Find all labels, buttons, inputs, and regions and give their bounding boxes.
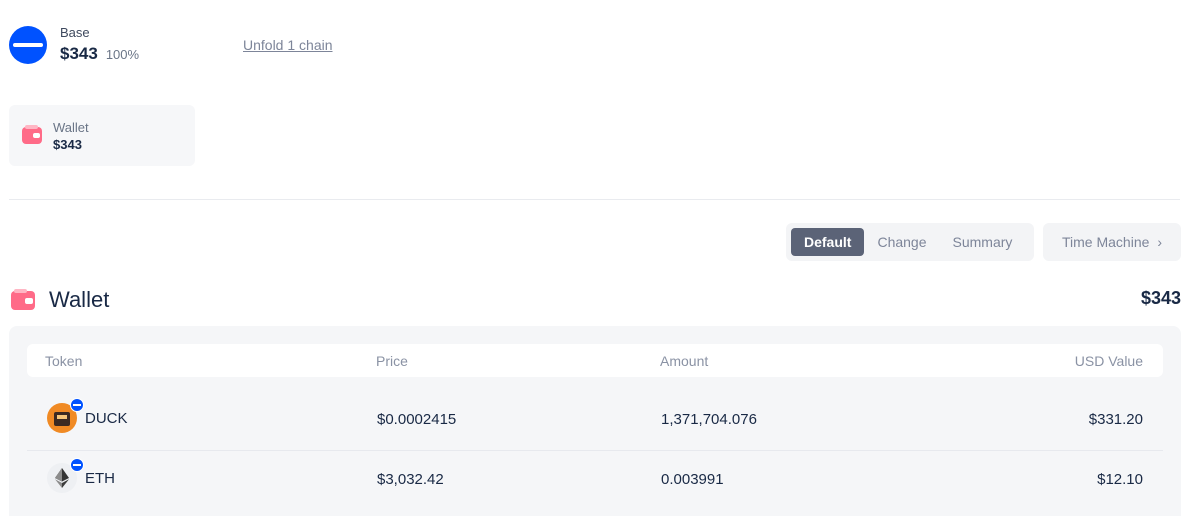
column-header-price: Price bbox=[376, 353, 408, 369]
token-usd-value: $12.10 bbox=[1097, 471, 1143, 488]
time-machine-label: Time Machine bbox=[1062, 234, 1150, 250]
token-amount: 0.003991 bbox=[661, 471, 724, 488]
eth-token-icon bbox=[47, 458, 84, 493]
base-chain-badge-icon bbox=[70, 398, 84, 412]
column-header-usd-value: USD Value bbox=[1074, 353, 1143, 369]
token-usd-value: $331.20 bbox=[1088, 411, 1143, 428]
column-header-token: Token bbox=[45, 353, 83, 369]
tab-default[interactable]: Default bbox=[791, 228, 865, 256]
section-divider bbox=[9, 199, 1180, 200]
chain-value: $343 bbox=[60, 44, 98, 63]
chevron-right-icon: › bbox=[1157, 234, 1163, 250]
duck-token-icon bbox=[47, 398, 84, 433]
token-cell: ETH bbox=[47, 458, 115, 493]
token-symbol: DUCK bbox=[85, 409, 128, 427]
wallet-card-label: Wallet bbox=[53, 119, 89, 135]
table-row[interactable]: ETH $3,032.42 0.003991 $12.10 bbox=[27, 451, 1163, 509]
token-cell: DUCK bbox=[47, 398, 128, 433]
table-row[interactable]: DUCK $0.0002415 1,371,704.076 $331.20 bbox=[27, 391, 1163, 449]
wallet-icon bbox=[11, 288, 35, 310]
wallet-icon bbox=[22, 125, 42, 144]
token-table: Token Price Amount USD Value DUCK $0.000… bbox=[9, 326, 1181, 516]
chain-text: Base $343 100% bbox=[60, 25, 139, 64]
tab-change[interactable]: Change bbox=[864, 228, 939, 256]
ethereum-diamond-icon bbox=[55, 468, 69, 488]
token-amount: 1,371,704.076 bbox=[661, 411, 757, 428]
column-header-amount: Amount bbox=[660, 353, 709, 369]
wallet-heading: Wallet bbox=[11, 287, 109, 313]
view-tabs: Default Change Summary bbox=[786, 223, 1034, 261]
base-chain-icon bbox=[9, 25, 47, 64]
unfold-chains-link[interactable]: Unfold 1 chain bbox=[243, 37, 333, 53]
chain-summary[interactable]: Base $343 100% bbox=[9, 25, 139, 64]
chain-name: Base bbox=[60, 25, 90, 40]
wallet-card[interactable]: Wallet $343 bbox=[9, 105, 195, 166]
time-machine-button[interactable]: Time Machine › bbox=[1043, 223, 1181, 261]
wallet-total: $343 bbox=[1140, 288, 1181, 308]
base-chain-badge-icon bbox=[70, 458, 84, 472]
wallet-heading-title: Wallet bbox=[49, 287, 110, 312]
wallet-card-text: Wallet $343 bbox=[53, 120, 89, 152]
token-symbol: ETH bbox=[85, 469, 115, 487]
chain-percent: 100% bbox=[105, 47, 140, 62]
wallet-card-value: $343 bbox=[53, 136, 82, 152]
token-price: $0.0002415 bbox=[377, 411, 457, 428]
tab-summary[interactable]: Summary bbox=[940, 228, 1026, 256]
chain-value-row: $343 100% bbox=[60, 44, 139, 64]
token-price: $3,032.42 bbox=[377, 471, 444, 488]
table-header: Token Price Amount USD Value bbox=[27, 344, 1163, 377]
